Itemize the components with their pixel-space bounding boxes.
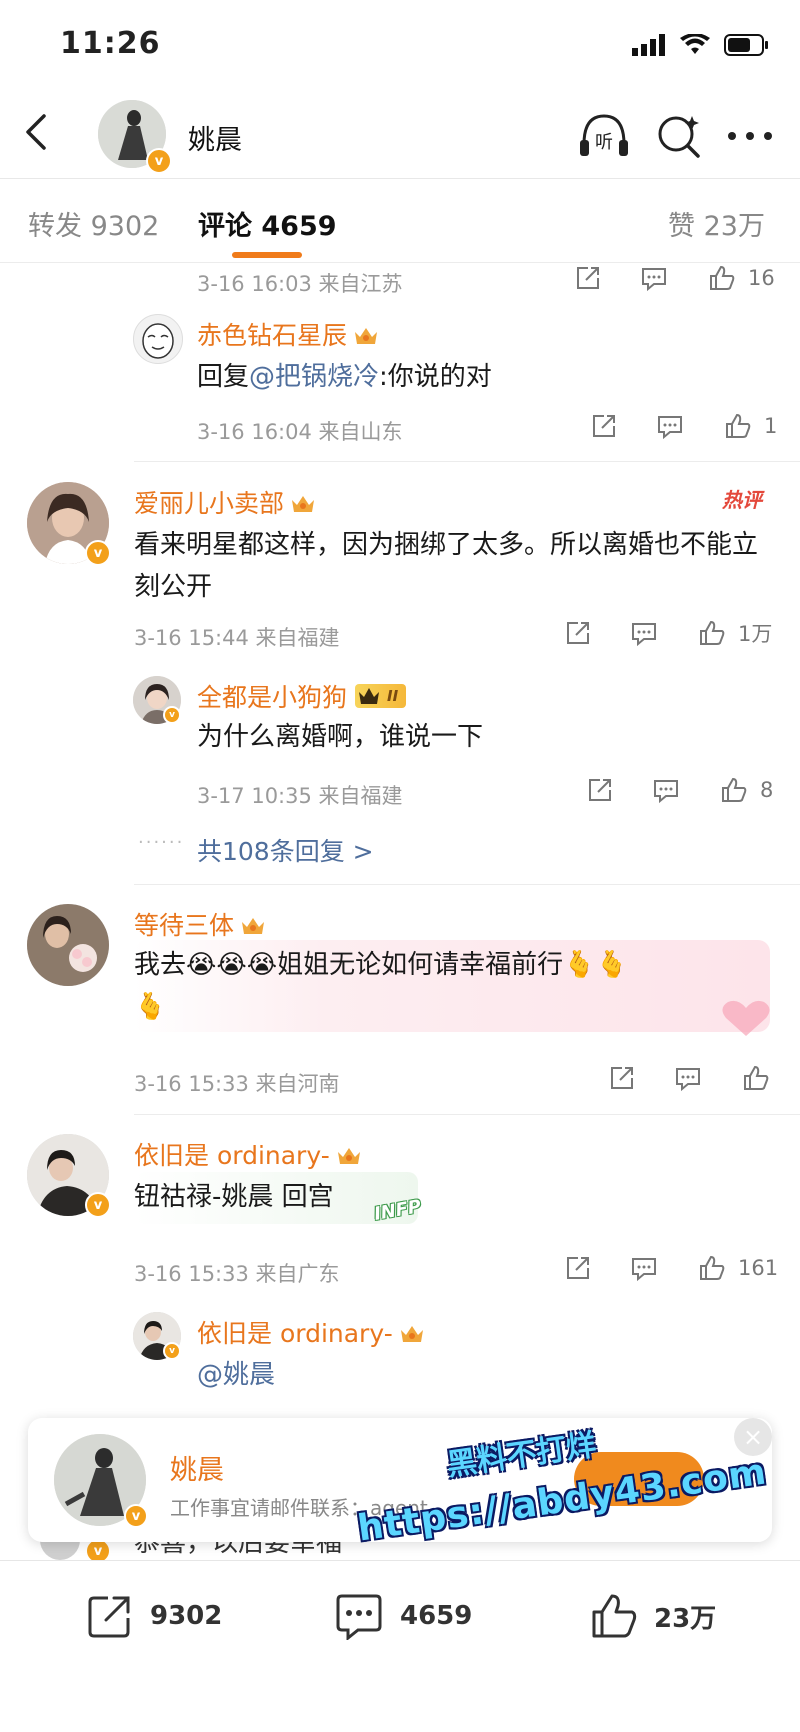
bottom-repost-button[interactable]: 9302 (86, 1592, 222, 1640)
svg-text:听: 听 (595, 132, 613, 153)
comment-icon (336, 1594, 382, 1640)
mention-link[interactable]: @姚晨 (197, 1360, 275, 1390)
bottom-comment-button[interactable]: 4659 (334, 1592, 472, 1640)
like-count: 1万 (738, 622, 773, 646)
search-icon[interactable] (652, 108, 708, 164)
comment-text: 看来明星都这样，因为捆绑了太多。所以离婚也不能立刻公开 (134, 530, 759, 602)
status-icons (632, 34, 770, 56)
like-icon[interactable] (708, 264, 736, 292)
reply-username[interactable]: 赤色钻石星辰 (197, 316, 379, 352)
reply-username[interactable]: 全都是小狗狗 II (197, 678, 407, 714)
reply-avatar[interactable] (133, 314, 183, 364)
comment-avatar[interactable] (27, 904, 109, 986)
reply-actions: 1 (590, 412, 777, 440)
comment-username[interactable]: 依旧是 ordinary- (134, 1136, 362, 1172)
comment-meta: 3-16 15:44 来自福建 (134, 626, 340, 650)
more-icon[interactable] (722, 108, 778, 164)
divider (134, 884, 800, 885)
more-replies-link[interactable]: 共108条回复 > (197, 832, 374, 868)
reply-text: 回复@把锅烧冷:你说的对 (197, 362, 492, 392)
comment-icon[interactable] (630, 1254, 658, 1282)
verified-badge: v (85, 540, 111, 566)
close-icon[interactable]: × (734, 1418, 772, 1456)
reply-meta: 3-17 10:35 来自福建 (197, 784, 403, 808)
crown-icon (242, 918, 265, 934)
reply-text: 为什么离婚啊，谁说一下 (197, 722, 484, 752)
share-icon (88, 1596, 130, 1638)
share-icon[interactable] (590, 412, 618, 440)
verified-badge: v (163, 1342, 181, 1360)
dotted-leader: ······ (138, 832, 185, 853)
battery-icon (724, 34, 768, 56)
mention-link[interactable]: @把锅烧冷 (249, 362, 379, 392)
tab-like[interactable]: 赞 23万 (668, 204, 765, 243)
comment-username[interactable]: 等待三体 (134, 906, 266, 942)
comment-icon[interactable] (656, 412, 684, 440)
comment-text: 我去😭😭😭姐姐无论如何请幸福前行🫰🫰 🫰 (134, 950, 628, 1022)
crown-icon (359, 688, 380, 704)
like-icon[interactable] (698, 619, 726, 647)
header-title: 姚晨 (188, 125, 242, 156)
comment-icon[interactable] (640, 264, 668, 292)
comment-text: 钮祜禄-姚晨 回宫 (134, 1182, 334, 1212)
signal-icon (632, 34, 665, 56)
share-icon[interactable] (574, 264, 602, 292)
level-badge: II (355, 684, 407, 708)
comment-meta: 3-16 16:03 来自江苏 (197, 272, 403, 296)
crown-icon (355, 328, 378, 344)
comment-actions: 1万 (564, 618, 772, 648)
comment-meta: 3-16 15:33 来自河南 (134, 1072, 340, 1096)
listen-icon[interactable]: 听 (576, 108, 632, 164)
status-time: 11:26 (60, 26, 161, 61)
crown-icon (337, 1148, 360, 1164)
comment-username[interactable]: 爱丽儿小卖部 (134, 484, 316, 520)
like-icon (592, 1594, 637, 1638)
tab-active-indicator (232, 252, 302, 258)
bottom-like-button[interactable]: 23万 (590, 1592, 716, 1640)
verified-badge: v (124, 1504, 148, 1528)
tab-comment[interactable]: 评论 4659 (198, 204, 337, 243)
like-count: 16 (748, 266, 775, 290)
bottom-action-bar (0, 1560, 800, 1732)
like-icon[interactable] (742, 1064, 770, 1092)
tab-repost[interactable]: 转发 9302 (28, 204, 159, 243)
like-count: 1 (764, 414, 778, 438)
share-icon[interactable] (608, 1064, 636, 1092)
divider (134, 461, 800, 462)
crown-icon (400, 1326, 423, 1342)
comment-icon[interactable] (630, 619, 658, 647)
like-count: 161 (738, 1256, 779, 1280)
crown-icon (292, 496, 315, 512)
divider (134, 1114, 800, 1115)
share-icon[interactable] (564, 619, 592, 647)
verified-badge: v (85, 1192, 111, 1218)
verified-badge: v (146, 148, 172, 174)
share-icon[interactable] (586, 776, 614, 804)
comment-icon[interactable] (652, 776, 680, 804)
popup-name[interactable]: 姚晨 (170, 1448, 224, 1487)
like-icon[interactable] (724, 412, 752, 440)
comment-actions: 16 (574, 264, 775, 292)
like-icon[interactable] (720, 776, 748, 804)
reply-text: @姚晨 (197, 1354, 275, 1396)
share-icon[interactable] (564, 1254, 592, 1282)
reply-username[interactable]: 依旧是 ordinary- (197, 1314, 425, 1350)
reply-meta: 3-16 16:04 来自山东 (197, 420, 403, 444)
wifi-icon (680, 34, 710, 54)
back-icon[interactable] (18, 112, 58, 152)
like-count: 8 (760, 778, 774, 802)
hot-comment-badge: 热评 (722, 488, 762, 512)
verified-badge: v (163, 706, 181, 724)
comment-actions (608, 1064, 782, 1092)
comment-actions: 161 (564, 1254, 778, 1282)
reply-actions: 8 (586, 776, 773, 804)
comment-icon[interactable] (674, 1064, 702, 1092)
comment-meta: 3-16 15:33 来自广东 (134, 1262, 340, 1286)
like-icon[interactable] (698, 1254, 726, 1282)
